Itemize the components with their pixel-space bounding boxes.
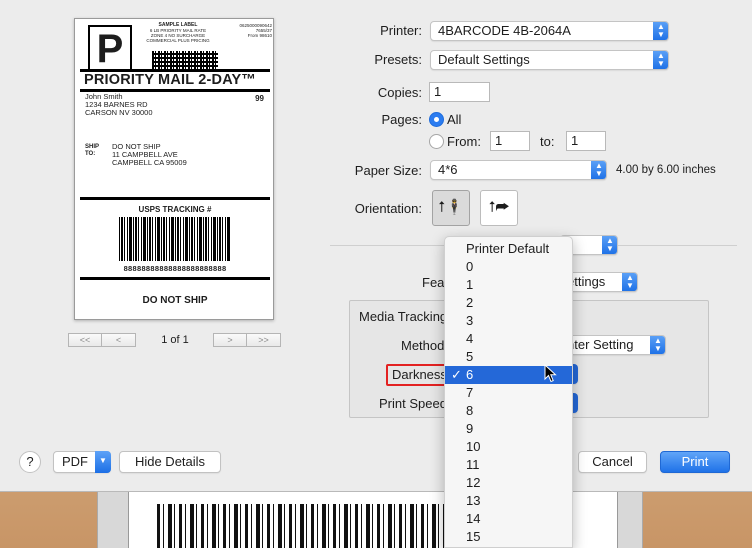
landscape-icon: ⭡➦: [488, 199, 510, 216]
popup-arrows-icon: ▲ ▼: [591, 161, 606, 179]
to-address: DO NOT SHIP 11 CAMPBELL AVE CAMPBELL CA …: [112, 143, 187, 167]
prev-page-button[interactable]: <: [102, 333, 136, 347]
tracking-heading: USPS TRACKING #: [138, 205, 212, 214]
label-rule: [80, 197, 270, 200]
portrait-button[interactable]: ⭡🕴: [432, 190, 470, 226]
darkness-callout: [386, 364, 448, 386]
print-speed-label: Print Speed: [379, 396, 447, 411]
priority-mark: P: [88, 25, 132, 71]
menu-item[interactable]: 1: [445, 276, 572, 294]
2d-barcode: [152, 51, 218, 71]
menu-item-label: 6: [466, 367, 474, 382]
popup-arrows-icon: ▲ ▼: [653, 22, 668, 40]
media-tracking-label: Media Tracking: [359, 309, 448, 324]
label-footer: DO NOT SHIP: [142, 295, 208, 306]
address-line: CARSON NV 30000: [85, 108, 153, 117]
first-page-button[interactable]: <<: [68, 333, 102, 347]
paper-size-value: 4*6: [438, 162, 458, 177]
menu-item[interactable]: 7: [445, 384, 572, 402]
popup-arrows-icon: ▲ ▼: [622, 273, 637, 291]
zone-number: 99: [255, 94, 264, 103]
rate-info: SAMPLE LABEL 6 LB PRIORITY MAIL RATE ZON…: [138, 23, 218, 44]
next-page-button[interactable]: >: [213, 333, 247, 347]
pdf-button[interactable]: PDF ▼: [53, 451, 111, 473]
mouse-cursor-icon: [544, 364, 557, 383]
ship-to-line: TO:: [85, 151, 96, 157]
print-dialog: P SAMPLE LABEL 6 LB PRIORITY MAIL RATE Z…: [0, 0, 752, 492]
chevron-down-icon: ▼: [95, 451, 111, 473]
hide-details-button[interactable]: Hide Details: [119, 451, 221, 473]
ship-to-label: SHIP TO:: [85, 144, 99, 158]
copies-field[interactable]: 1: [429, 82, 490, 102]
cancel-button[interactable]: Cancel: [578, 451, 647, 473]
tracking-barcode: [119, 217, 231, 261]
presets-label: Presets:: [374, 52, 422, 67]
postage-code: 0625000090642 7655/37 From 98610: [220, 23, 272, 38]
paper-size-label: Paper Size:: [354, 163, 422, 178]
menu-item[interactable]: 2: [445, 294, 572, 312]
address-line: CAMPBELL CA 95009: [112, 158, 187, 167]
checkmark-icon: ✓: [451, 367, 462, 382]
popup-arrows-icon: ▲ ▼: [650, 336, 665, 354]
to-page-field[interactable]: 1: [566, 131, 606, 151]
ship-to-line: SHIP: [85, 144, 100, 150]
method-value: nter Setting: [567, 337, 634, 352]
pager-forward: > >>: [213, 333, 281, 347]
to-label: to:: [540, 134, 555, 149]
menu-item[interactable]: 9: [445, 420, 572, 438]
orientation-label: Orientation:: [354, 201, 422, 216]
menu-item[interactable]: 12: [445, 474, 572, 492]
print-button[interactable]: Print: [660, 451, 730, 473]
menu-item[interactable]: 14: [445, 510, 572, 528]
menu-item[interactable]: 13: [445, 492, 572, 510]
portrait-icon: ⭡🕴: [438, 199, 464, 216]
menu-item[interactable]: 15: [445, 528, 572, 546]
pdf-label: PDF: [62, 454, 88, 469]
printer-value: 4BARCODE 4B-2064A: [438, 23, 571, 38]
copies-label: Copies:: [377, 85, 422, 100]
menu-item[interactable]: 0: [445, 258, 572, 276]
menu-item[interactable]: 8: [445, 402, 572, 420]
popup-arrows-icon: ▲ ▼: [602, 236, 617, 254]
presets-popup[interactable]: Default Settings ▲ ▼: [430, 50, 669, 70]
method-label: Method: [401, 338, 445, 353]
landscape-button[interactable]: ⭡➦: [480, 190, 518, 226]
pages-from-radio[interactable]: [429, 134, 444, 149]
help-button[interactable]: ?: [19, 451, 41, 473]
darkness-menu: Printer Default 0 1 2 3 4 5 ✓ 6 7 8 9 10…: [444, 236, 573, 548]
label-title: PRIORITY MAIL 2-DAY™: [84, 72, 257, 88]
method-popup[interactable]: nter Setting ▲ ▼: [560, 335, 666, 355]
code-line: From 98610: [247, 33, 272, 38]
menu-item[interactable]: 3: [445, 312, 572, 330]
pager-back: << <: [68, 333, 136, 347]
page-count: 1 of 1: [161, 334, 189, 346]
menu-item[interactable]: 10: [445, 438, 572, 456]
pages-label: Pages:: [381, 112, 422, 127]
tracking-digits: 88888888888888888888888: [123, 264, 227, 273]
printer-popup[interactable]: 4BARCODE 4B-2064A ▲ ▼: [430, 21, 669, 41]
label-preview: P SAMPLE LABEL 6 LB PRIORITY MAIL RATE Z…: [74, 18, 274, 320]
pages-all-radio[interactable]: [429, 112, 444, 127]
label-rule: [80, 277, 270, 280]
paper-dimensions: 4.00 by 6.00 inches: [616, 164, 716, 176]
menu-item[interactable]: 4: [445, 330, 572, 348]
from-page-field[interactable]: 1: [490, 131, 530, 151]
pages-all-label: All: [447, 112, 462, 127]
popup-arrows-icon: ▲ ▼: [653, 51, 668, 69]
last-page-button[interactable]: >>: [247, 333, 281, 347]
from-address: John Smith 1234 BARNES RD CARSON NV 3000…: [85, 93, 153, 117]
rate-line: COMMERCIAL PLUS PRICING: [146, 38, 210, 43]
printer-label: Printer:: [380, 23, 422, 38]
presets-value: Default Settings: [438, 52, 530, 67]
menu-item[interactable]: 11: [445, 456, 572, 474]
paper-size-popup[interactable]: 4*6 ▲ ▼: [430, 160, 607, 180]
menu-item-printer-default[interactable]: Printer Default: [445, 240, 572, 258]
feature-sets-label: Fea: [422, 275, 445, 290]
pages-from-label: From:: [447, 134, 481, 149]
